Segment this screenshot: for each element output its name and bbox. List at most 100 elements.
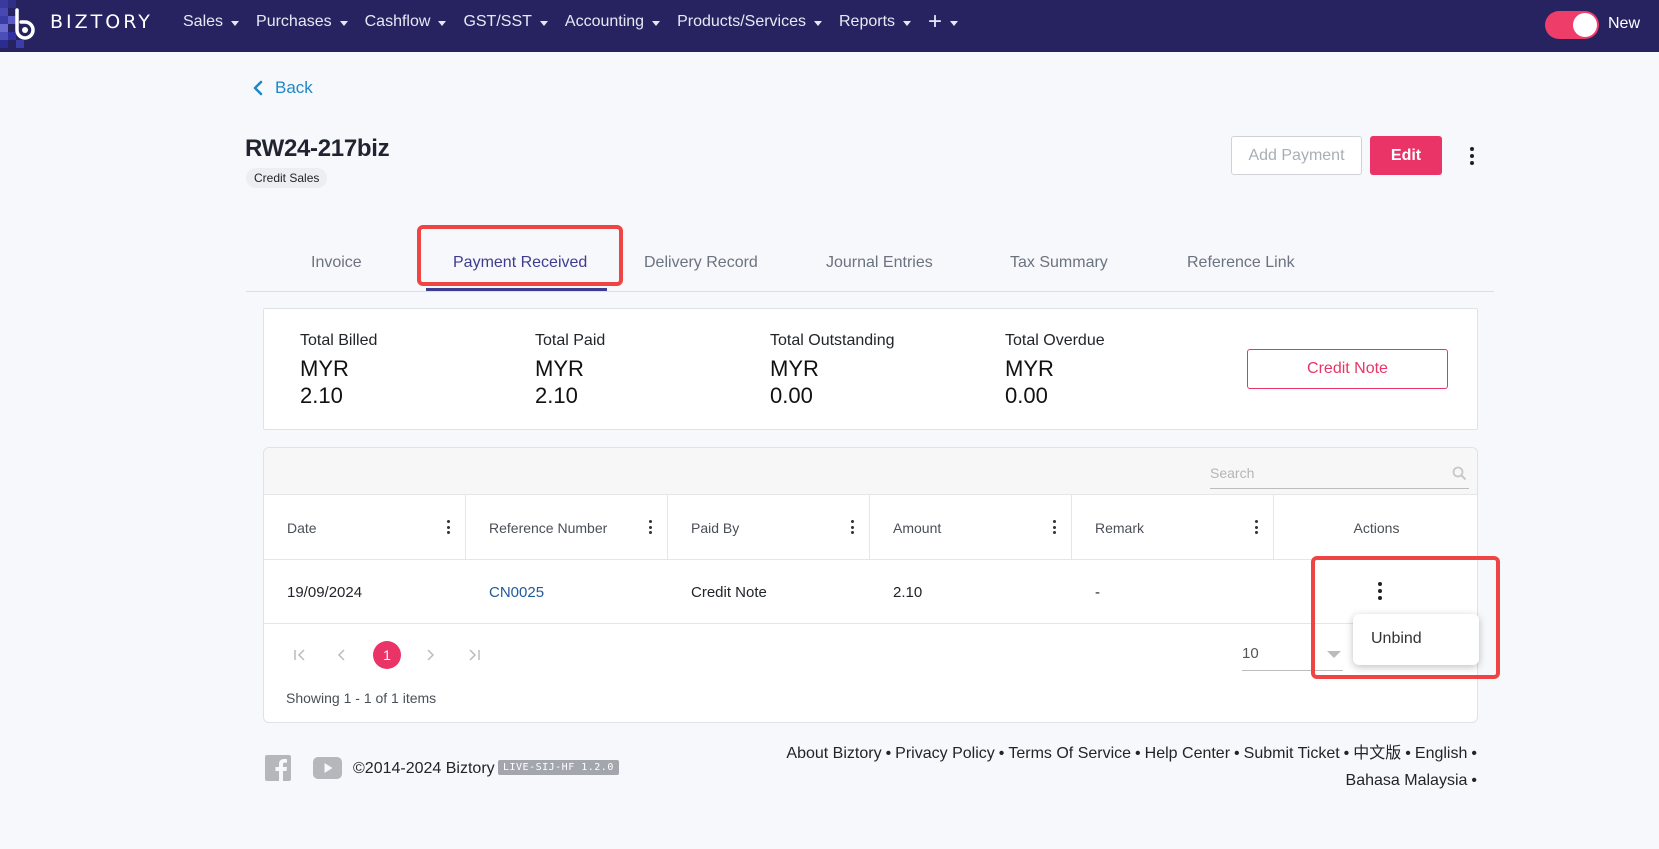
nav-products-services-label: Products/Services: [677, 13, 806, 30]
cell-remark: -: [1095, 583, 1100, 601]
top-navbar: BIZTORY Sales Purchases Cashflow GST/SST…: [0, 0, 1659, 52]
pagination-info: Showing 1 - 1 of 1 items: [286, 690, 437, 706]
back-link[interactable]: Back: [253, 78, 313, 98]
page-size-value: 10: [1242, 645, 1259, 662]
nav-gst-sst-label: GST/SST: [463, 13, 532, 30]
cell-date: 19/09/2024: [287, 583, 363, 601]
column-header-remark[interactable]: Remark: [1072, 495, 1274, 560]
chevron-down-icon: [903, 20, 912, 26]
tab-journal-entries[interactable]: Journal Entries: [826, 254, 933, 272]
footer-link-english[interactable]: English: [1415, 745, 1467, 762]
nav-sales[interactable]: Sales: [183, 13, 240, 31]
search-placeholder: Search: [1210, 465, 1255, 481]
footer-separator: •: [1405, 745, 1411, 762]
column-menu-icon[interactable]: [1255, 520, 1259, 534]
footer-separator: •: [885, 745, 892, 762]
page-number-button[interactable]: 1: [373, 641, 401, 669]
nav-accounting[interactable]: Accounting: [564, 13, 661, 31]
table-row: 19/09/2024 CN0025 Credit Note 2.10 -: [264, 560, 1477, 624]
add-payment-button[interactable]: Add Payment: [1231, 136, 1362, 175]
tab-reference-link[interactable]: Reference Link: [1187, 254, 1295, 272]
tab-invoice[interactable]: Invoice: [311, 254, 362, 272]
summary-value: 2.10: [535, 383, 578, 408]
new-ui-toggle[interactable]: [1545, 11, 1599, 39]
column-header-actions: Actions: [1274, 495, 1477, 560]
summary-label: Total Paid: [535, 332, 606, 349]
cell-amount: 2.10: [893, 583, 923, 601]
summary-total-outstanding: Total Outstanding MYR 0.00: [770, 332, 895, 410]
search-input[interactable]: Search: [1210, 459, 1469, 489]
active-tab-indicator: [426, 288, 607, 291]
type-badge: Credit Sales: [246, 168, 328, 188]
nav-cashflow[interactable]: Cashflow: [365, 13, 447, 31]
cell-paid-by: Credit Note: [691, 583, 767, 601]
summary-currency: MYR: [535, 356, 584, 381]
footer-separator: •: [1343, 745, 1350, 762]
summary-label: Total Outstanding: [770, 332, 895, 349]
summary-value: 2.10: [300, 383, 343, 408]
chevron-down-icon: [438, 20, 447, 26]
footer-link-privacy[interactable]: Privacy Policy: [895, 745, 995, 762]
nav-quick-add[interactable]: +: [928, 8, 959, 35]
pagination: 1 10 Showing 1 - 1 of 1 items: [264, 624, 1477, 722]
column-header-label: Reference Number: [489, 519, 608, 536]
column-header-label: Date: [287, 519, 317, 536]
first-page-icon[interactable]: [286, 641, 314, 669]
summary-label: Total Overdue: [1005, 332, 1105, 349]
copyright-text: ©2014-2024 Biztory: [353, 760, 495, 777]
footer-link-chinese[interactable]: 中文版: [1353, 745, 1401, 762]
highlight-box-tab: [417, 225, 623, 286]
summary-value: 0.00: [770, 383, 813, 408]
edit-button[interactable]: Edit: [1370, 136, 1442, 175]
cell-reference-link[interactable]: CN0025: [466, 560, 544, 624]
column-header-label: Amount: [893, 519, 942, 536]
page-title: RW24-217biz: [245, 135, 390, 162]
nav-accounting-label: Accounting: [564, 13, 645, 30]
biztory-logo[interactable]: BIZTORY: [0, 0, 170, 52]
footer-link-ticket[interactable]: Submit Ticket: [1244, 745, 1340, 762]
main-nav: Sales Purchases Cashflow GST/SST Account…: [183, 0, 975, 44]
column-menu-icon[interactable]: [649, 520, 653, 534]
chevron-down-icon: [539, 20, 548, 26]
next-page-icon[interactable]: [416, 641, 444, 669]
credit-note-button[interactable]: Credit Note: [1247, 349, 1448, 389]
chevron-down-icon: [814, 20, 822, 26]
chevron-down-icon: [950, 20, 959, 26]
column-header-reference-number[interactable]: Reference Number: [466, 495, 668, 560]
column-menu-icon[interactable]: [1053, 520, 1057, 534]
nav-gst-sst[interactable]: GST/SST: [463, 13, 548, 31]
plus-icon: +: [928, 8, 943, 35]
nav-purchases[interactable]: Purchases: [256, 13, 348, 31]
tab-tax-summary[interactable]: Tax Summary: [1010, 254, 1108, 272]
footer-link-terms[interactable]: Terms Of Service: [1008, 745, 1131, 762]
tab-delivery-record[interactable]: Delivery Record: [644, 254, 758, 272]
footer-separator: •: [1234, 745, 1240, 762]
nav-products-services[interactable]: Products/Services: [677, 13, 822, 31]
summary-currency: MYR: [300, 356, 349, 381]
facebook-icon[interactable]: [265, 755, 291, 781]
column-header-label: Paid By: [691, 519, 740, 536]
chevron-left-icon: [253, 80, 263, 96]
footer-separator: •: [1471, 772, 1477, 789]
footer-separator: •: [1471, 745, 1477, 762]
column-header-amount[interactable]: Amount: [870, 495, 1072, 560]
column-header-paid-by[interactable]: Paid By: [668, 495, 870, 560]
footer-link-help[interactable]: Help Center: [1145, 745, 1230, 762]
chevron-down-icon: [652, 20, 661, 26]
footer-link-malay[interactable]: Bahasa Malaysia: [1346, 772, 1468, 789]
column-menu-icon[interactable]: [447, 520, 451, 534]
footer-link-about[interactable]: About Biztory: [786, 745, 881, 762]
prev-page-icon[interactable]: [328, 641, 356, 669]
summary-total-overdue: Total Overdue MYR 0.00: [1005, 332, 1105, 410]
payment-summary-card: Total Billed MYR 2.10 Total Paid MYR 2.1…: [263, 308, 1478, 430]
column-menu-icon[interactable]: [851, 520, 855, 534]
column-header-date[interactable]: Date: [264, 495, 466, 560]
last-page-icon[interactable]: [460, 641, 488, 669]
youtube-icon[interactable]: [313, 757, 342, 779]
summary-total-paid: Total Paid MYR 2.10: [535, 332, 605, 410]
new-ui-toggle-label: New: [1608, 15, 1641, 32]
nav-reports[interactable]: Reports: [839, 13, 912, 31]
more-options-icon[interactable]: [1462, 144, 1482, 168]
column-header-label: Actions: [1353, 519, 1400, 536]
summary-label: Total Billed: [300, 332, 378, 349]
